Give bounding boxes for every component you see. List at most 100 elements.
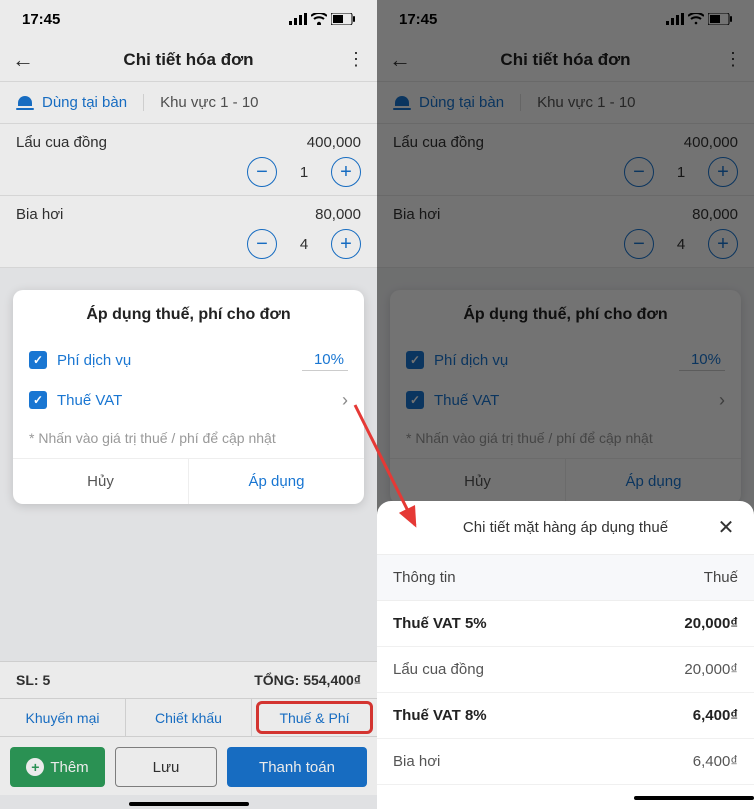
cloche-icon bbox=[393, 96, 411, 110]
page-title: Chi tiết hóa đơn bbox=[413, 50, 718, 70]
sheet-label: Thuế VAT 8% bbox=[393, 707, 487, 724]
dine-mode[interactable]: Dùng tại bàn bbox=[393, 94, 521, 111]
app-header: ← Chi tiết hóa đơn ⋮ bbox=[377, 38, 754, 82]
item-price: 400,000 bbox=[307, 134, 361, 151]
summary-qty: SL: 5 bbox=[16, 672, 50, 688]
qty-value: 4 bbox=[674, 236, 688, 253]
sheet-label: Bia hơi bbox=[393, 753, 440, 770]
add-label: Thêm bbox=[50, 759, 88, 776]
qty-minus-button[interactable]: − bbox=[624, 157, 654, 187]
item-price: 80,000 bbox=[315, 206, 361, 223]
vat-row[interactable]: ✓ Thuế VAT › bbox=[29, 380, 348, 420]
qty-value: 1 bbox=[674, 164, 688, 181]
modal-hint: * Nhấn vào giá trị thuế / phí để cập nhậ… bbox=[29, 430, 348, 446]
summary-total: TỔNG: 554,400₫ bbox=[254, 672, 361, 688]
service-fee-row: ✓ Phí dịch vụ 10% bbox=[29, 340, 348, 380]
checkbox-service-fee[interactable]: ✓ bbox=[406, 351, 424, 369]
service-fee-value[interactable]: 10% bbox=[679, 349, 725, 371]
tax-fee-modal-dimmed: Áp dụng thuế, phí cho đơn ✓ Phí dịch vụ … bbox=[390, 290, 741, 504]
qty-minus-button[interactable]: − bbox=[247, 157, 277, 187]
checkbox-vat[interactable]: ✓ bbox=[29, 391, 47, 409]
status-bar: 17:45 bbox=[377, 0, 754, 38]
tab-discount[interactable]: Chiết khấu bbox=[126, 699, 252, 736]
home-indicator bbox=[129, 802, 249, 806]
back-icon[interactable]: ← bbox=[389, 47, 413, 73]
page-title: Chi tiết hóa đơn bbox=[36, 50, 341, 70]
apply-button[interactable]: Áp dụng bbox=[566, 459, 741, 504]
service-fee-label: Phí dịch vụ bbox=[434, 352, 679, 369]
vat-detail-sheet: Chi tiết mặt hàng áp dụng thuế ✕ Thông t… bbox=[377, 501, 754, 809]
order-item: Bia hơi 80,000 − 4 + bbox=[377, 196, 754, 268]
status-icons bbox=[289, 13, 355, 25]
cancel-button[interactable]: Hủy bbox=[13, 459, 189, 504]
vat-label: Thuế VAT bbox=[57, 392, 342, 409]
app-header: ← Chi tiết hóa đơn ⋮ bbox=[0, 38, 377, 82]
tab-tax-fee[interactable]: Thuế & Phí bbox=[252, 699, 377, 736]
item-name: Lẩu cua đồng bbox=[16, 134, 107, 151]
pay-button[interactable]: Thanh toán bbox=[227, 747, 367, 787]
sheet-value: 20,000₫ bbox=[684, 615, 738, 632]
plus-icon: + bbox=[26, 758, 44, 776]
sheet-row: Thuế VAT 8% 6,400₫ bbox=[377, 693, 754, 739]
service-fee-label: Phí dịch vụ bbox=[57, 352, 302, 369]
qty-plus-button[interactable]: + bbox=[708, 229, 738, 259]
back-icon[interactable]: ← bbox=[12, 47, 36, 73]
item-price: 400,000 bbox=[684, 134, 738, 151]
cloche-icon bbox=[16, 96, 34, 110]
apply-button[interactable]: Áp dụng bbox=[189, 459, 364, 504]
location-label[interactable]: Khu vực 1 - 10 bbox=[144, 94, 258, 111]
qty-value: 1 bbox=[297, 164, 311, 181]
phone-left: 17:45 ← Chi tiết hóa đơn ⋮ Dùng tại bàn … bbox=[0, 0, 377, 809]
sheet-value: 6,400₫ bbox=[693, 707, 738, 724]
checkbox-service-fee[interactable]: ✓ bbox=[29, 351, 47, 369]
qty-plus-button[interactable]: + bbox=[331, 229, 361, 259]
save-button[interactable]: Lưu bbox=[115, 747, 217, 787]
dine-mode-label: Dùng tại bàn bbox=[419, 94, 504, 111]
sheet-row: Bia hơi 6,400₫ bbox=[377, 739, 754, 785]
modal-title: Áp dụng thuế, phí cho đơn bbox=[406, 306, 725, 324]
col-info: Thông tin bbox=[393, 569, 456, 586]
dine-mode-label: Dùng tại bàn bbox=[42, 94, 127, 111]
service-fee-value[interactable]: 10% bbox=[302, 349, 348, 371]
status-time: 17:45 bbox=[399, 11, 437, 28]
more-icon[interactable]: ⋮ bbox=[718, 49, 742, 70]
modal-hint: * Nhấn vào giá trị thuế / phí để cập nhậ… bbox=[406, 430, 725, 446]
modal-title: Áp dụng thuế, phí cho đơn bbox=[29, 306, 348, 324]
status-icons bbox=[666, 13, 732, 25]
sheet-row: Lẩu cua đồng 20,000₫ bbox=[377, 647, 754, 693]
more-icon[interactable]: ⋮ bbox=[341, 49, 365, 70]
home-indicator bbox=[634, 796, 754, 800]
subheader: Dùng tại bàn Khu vực 1 - 10 bbox=[377, 82, 754, 124]
sheet-row: Thuế VAT 5% 20,000₫ bbox=[377, 601, 754, 647]
sheet-label: Lẩu cua đồng bbox=[393, 661, 484, 678]
vat-label: Thuế VAT bbox=[434, 392, 719, 409]
qty-minus-button[interactable]: − bbox=[624, 229, 654, 259]
cancel-button[interactable]: Hủy bbox=[390, 459, 566, 504]
status-time: 17:45 bbox=[22, 11, 60, 28]
bottom-bar: SL: 5 TỔNG: 554,400₫ Khuyến mại Chiết kh… bbox=[0, 661, 377, 795]
sheet-label: Thuế VAT 5% bbox=[393, 615, 487, 632]
qty-value: 4 bbox=[297, 236, 311, 253]
status-bar: 17:45 bbox=[0, 0, 377, 38]
order-item: Lẩu cua đồng 400,000 − 1 + bbox=[0, 124, 377, 196]
close-icon[interactable]: ✕ bbox=[714, 515, 738, 540]
location-label[interactable]: Khu vực 1 - 10 bbox=[521, 94, 635, 111]
qty-plus-button[interactable]: + bbox=[331, 157, 361, 187]
order-item: Bia hơi 80,000 − 4 + bbox=[0, 196, 377, 268]
order-item: Lẩu cua đồng 400,000 − 1 + bbox=[377, 124, 754, 196]
dine-mode[interactable]: Dùng tại bàn bbox=[16, 94, 144, 111]
sheet-value: 6,400₫ bbox=[693, 753, 738, 770]
sheet-title: Chi tiết mặt hàng áp dụng thuế bbox=[417, 519, 714, 536]
add-button[interactable]: + Thêm bbox=[10, 747, 105, 787]
checkbox-vat[interactable]: ✓ bbox=[406, 391, 424, 409]
item-name: Bia hơi bbox=[393, 206, 440, 223]
qty-minus-button[interactable]: − bbox=[247, 229, 277, 259]
item-name: Bia hơi bbox=[16, 206, 63, 223]
qty-plus-button[interactable]: + bbox=[708, 157, 738, 187]
tab-promo[interactable]: Khuyến mại bbox=[0, 699, 126, 736]
item-name: Lẩu cua đồng bbox=[393, 134, 484, 151]
sheet-value: 20,000₫ bbox=[684, 661, 738, 678]
col-tax: Thuế bbox=[704, 569, 738, 586]
phone-right: 17:45 ← Chi tiết hóa đơn ⋮ Dùng tại bàn … bbox=[377, 0, 754, 809]
subheader: Dùng tại bàn Khu vực 1 - 10 bbox=[0, 82, 377, 124]
